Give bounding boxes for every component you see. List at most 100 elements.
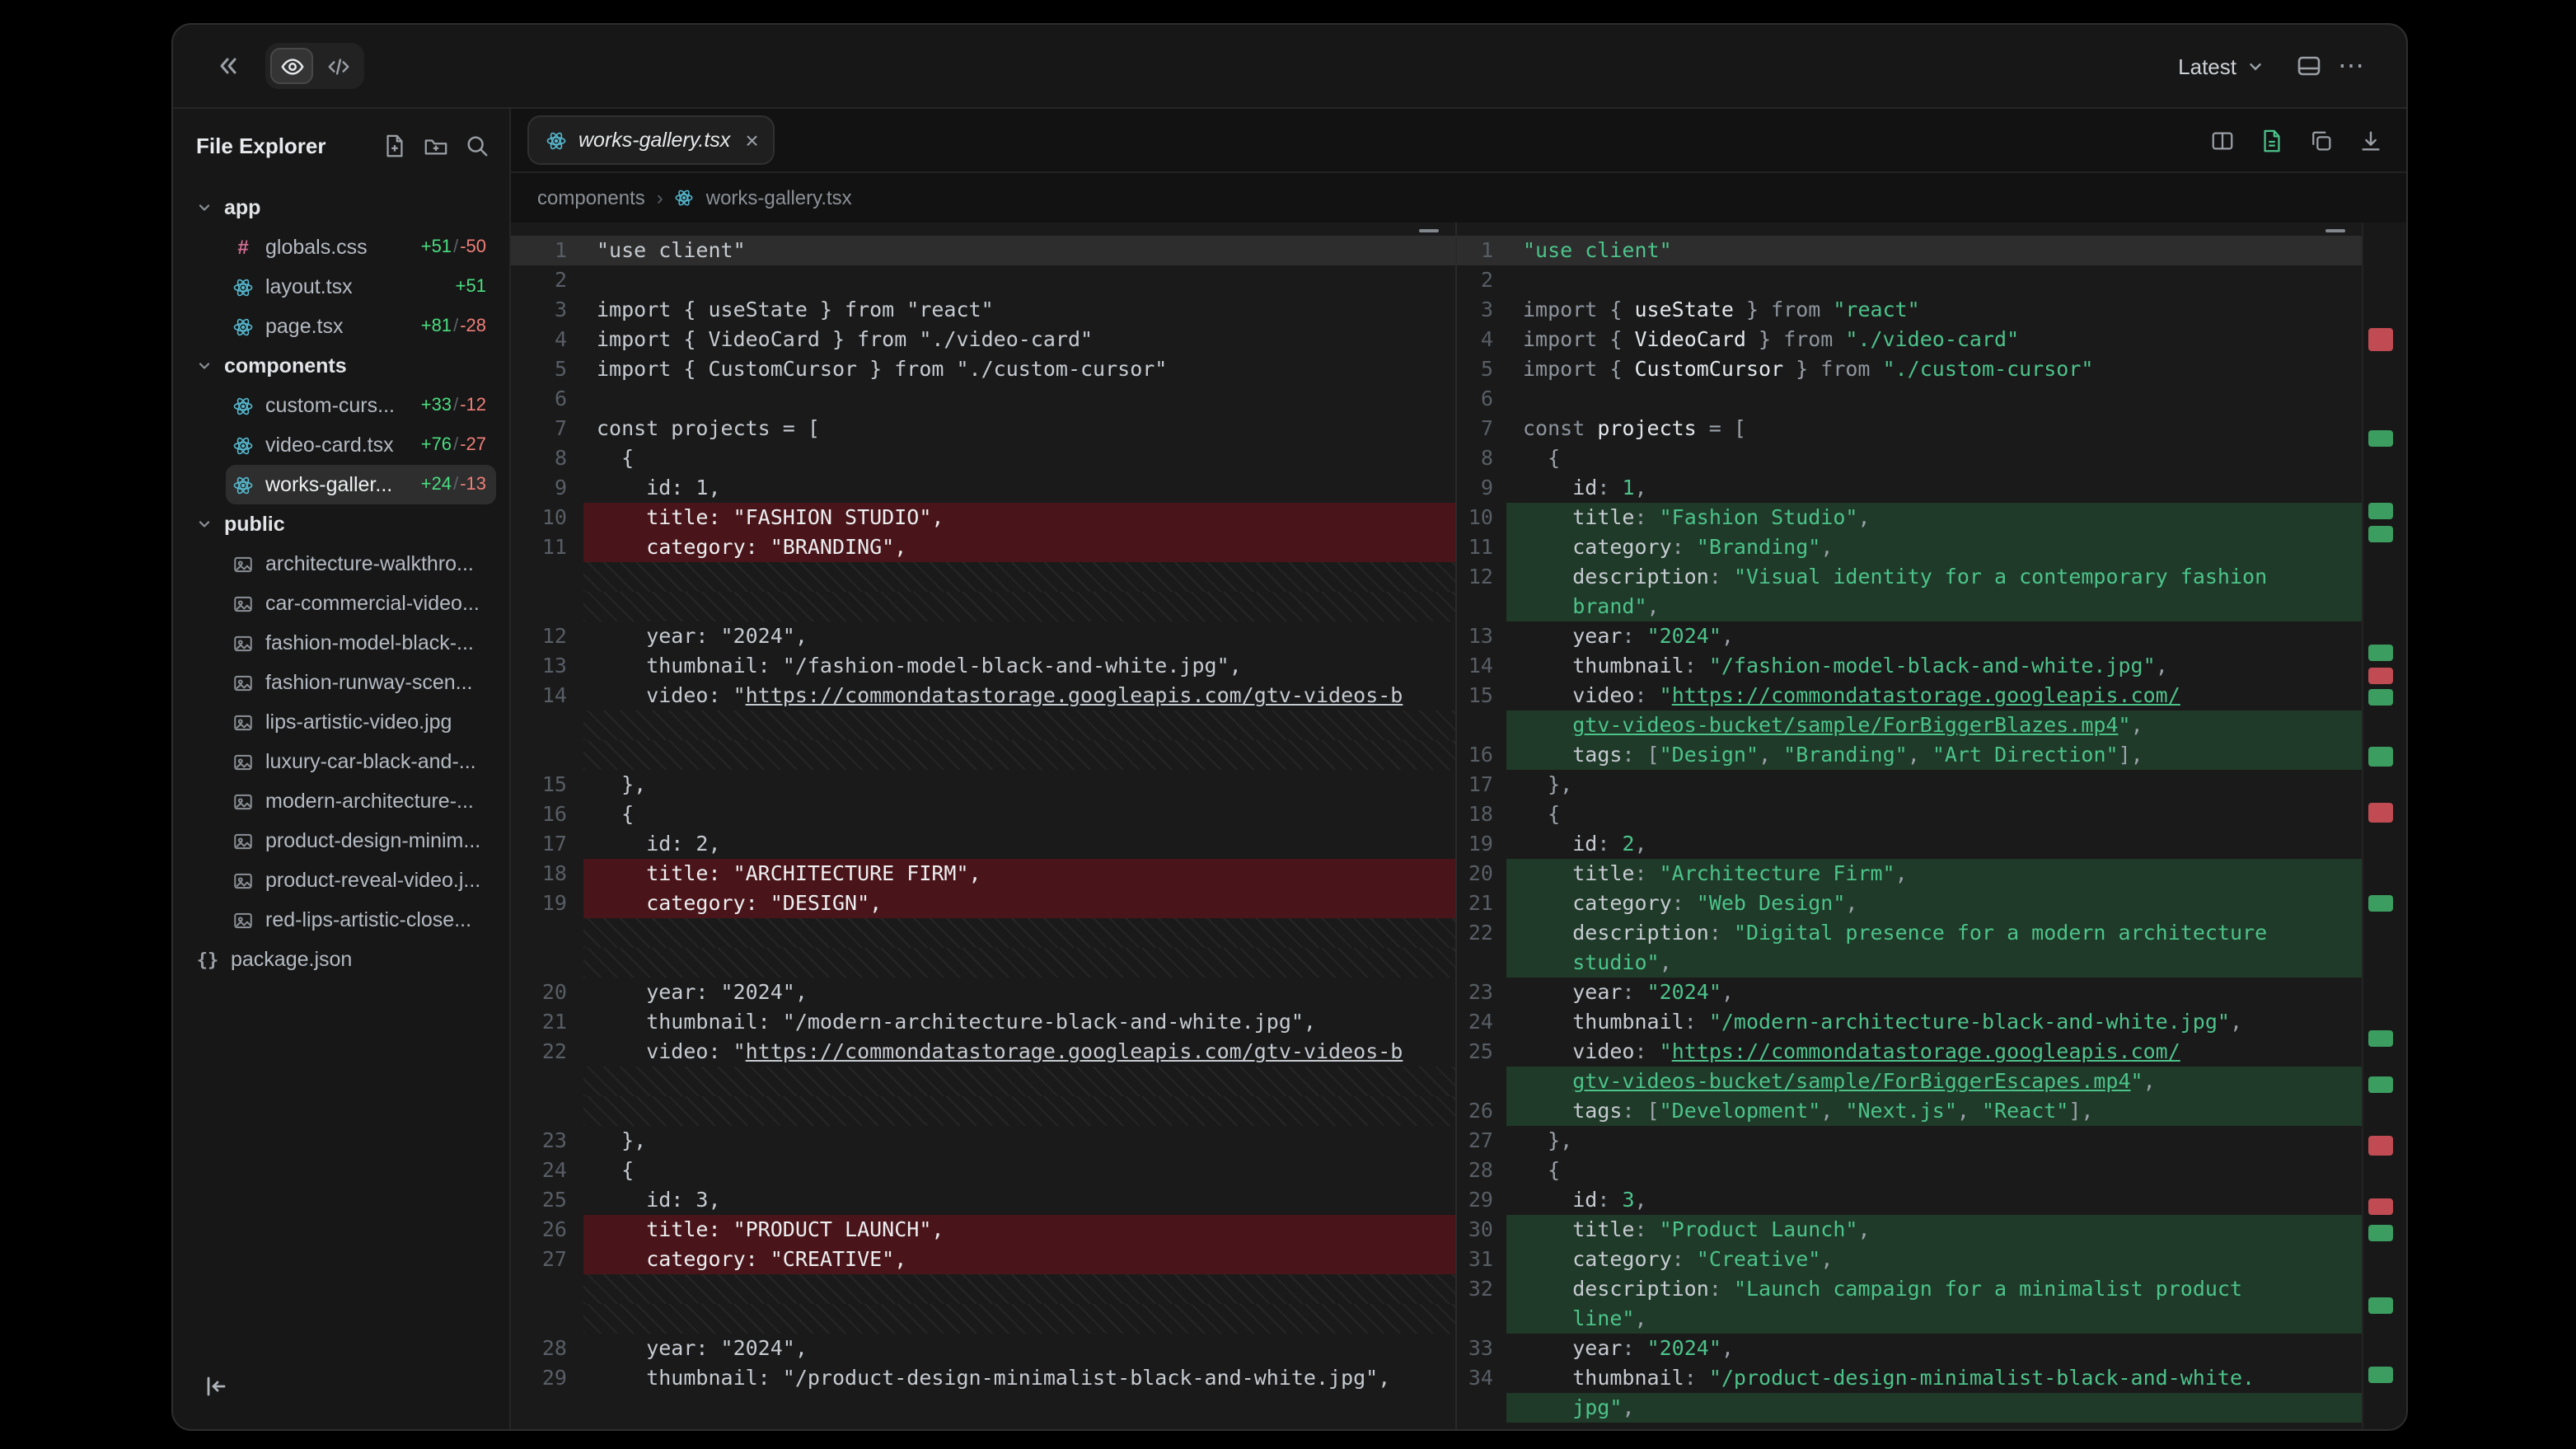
line-number: 25 xyxy=(511,1185,583,1215)
code-toggle-button[interactable] xyxy=(316,48,359,84)
tree-file-works-galler-[interactable]: works-galler...+24/-13 xyxy=(226,465,496,504)
tree-folder-app[interactable]: app xyxy=(186,188,496,227)
split-editor-button[interactable] xyxy=(2202,120,2241,160)
code-text: import { useState } from "react" xyxy=(583,295,1455,325)
diff-overview-gutter[interactable] xyxy=(2362,223,2406,1429)
tree-file-lips-artistic-video-jpg[interactable]: lips-artistic-video.jpg xyxy=(226,702,496,742)
tab-strip: works-gallery.tsx × xyxy=(511,109,2406,173)
code-text: import { VideoCard } from "./video-card" xyxy=(583,325,1455,354)
code-token: { xyxy=(1609,297,1634,321)
tree-file-car-commercial-video-[interactable]: car-commercial-video... xyxy=(226,584,496,623)
code-token: , xyxy=(1635,475,1647,499)
download-button[interactable] xyxy=(2350,120,2390,160)
code-text: video: "https://commondatastorage.google… xyxy=(1506,681,2362,710)
preview-toggle-button[interactable] xyxy=(270,48,313,84)
tree-file-globals-css[interactable]: #globals.css+51/-50 xyxy=(226,227,496,267)
code-token: category: "CREATIVE", xyxy=(597,1246,906,1271)
tree-file-package-json[interactable]: {}package.json xyxy=(186,940,496,979)
diff-overview-mark xyxy=(2368,328,2393,351)
code-token: 3 xyxy=(1622,1187,1634,1212)
eye-icon xyxy=(279,54,304,78)
code-text: year: "2024", xyxy=(583,978,1455,1007)
tree-file-architecture-walkthro-[interactable]: architecture-walkthro... xyxy=(226,544,496,584)
image-file-icon xyxy=(232,870,254,891)
code-text: import { VideoCard } from "./video-card" xyxy=(1506,325,2362,354)
split-view-icon xyxy=(2209,128,2234,152)
code-token: , xyxy=(2230,1009,2242,1034)
line-number: 18 xyxy=(511,859,583,889)
code-token: video xyxy=(1572,1039,1634,1063)
code-text: category: "CREATIVE", xyxy=(583,1245,1455,1274)
tree-file-fashion-model-black-[interactable]: fashion-model-black-... xyxy=(226,623,496,663)
code-line: 30 title: "Product Launch", xyxy=(1457,1215,2362,1245)
code-line: 32 description: "Launch campaign for a m… xyxy=(1457,1274,2362,1304)
tree-file-video-card-tsx[interactable]: video-card.tsx+76/-27 xyxy=(226,425,496,465)
code-token: { xyxy=(1609,356,1634,381)
copy-button[interactable] xyxy=(2301,120,2340,160)
breadcrumb-folder[interactable]: components xyxy=(537,186,645,209)
collapse-sidebar-button[interactable] xyxy=(193,1363,239,1409)
tree-folder-public[interactable]: public xyxy=(186,504,496,544)
diff-pane-original[interactable]: 1"use client"23import { useState } from … xyxy=(511,223,1457,1429)
code-line: 26 tags: ["Development", "Next.js", "Rea… xyxy=(1457,1096,2362,1126)
new-file-button[interactable] xyxy=(382,133,407,157)
code-token: 1 xyxy=(1622,475,1634,499)
tree-file-red-lips-artistic-close-[interactable]: red-lips-artistic-close... xyxy=(226,900,496,940)
code-token: title xyxy=(1572,1217,1634,1241)
search-files-button[interactable] xyxy=(465,133,489,157)
tree-file-page-tsx[interactable]: page.tsx+81/-28 xyxy=(226,307,496,346)
version-dropdown[interactable]: Latest xyxy=(2178,54,2265,78)
document-icon xyxy=(2259,128,2283,152)
tab-works-gallery[interactable]: works-gallery.tsx × xyxy=(527,115,775,165)
code-token: "react" xyxy=(1833,297,1919,321)
tree-file-luxury-car-black-and-[interactable]: luxury-car-black-and-... xyxy=(226,742,496,781)
code-text: { xyxy=(583,800,1455,829)
line-number: 33 xyxy=(1457,1334,1506,1363)
image-file-icon xyxy=(232,593,254,614)
code-token: description xyxy=(1572,564,1709,589)
panel-toggle-button[interactable] xyxy=(2288,45,2330,87)
code-token: "use client" xyxy=(597,237,746,262)
code-token: { xyxy=(1523,1157,1560,1182)
breadcrumb-file[interactable]: works-gallery.tsx xyxy=(706,186,852,209)
line-number: 19 xyxy=(1457,829,1506,859)
new-folder-button[interactable] xyxy=(424,133,448,157)
code-text xyxy=(583,1067,1455,1096)
diff-view-button[interactable] xyxy=(2251,120,2291,160)
code-token: VideoCard xyxy=(1635,326,1746,351)
close-tab-button[interactable]: × xyxy=(745,129,758,152)
line-number: 21 xyxy=(1457,889,1506,918)
code-token: , xyxy=(1895,860,1908,885)
tree-file-custom-curs-[interactable]: custom-curs...+33/-12 xyxy=(226,386,496,425)
code-token: from xyxy=(1771,297,1833,321)
code-text xyxy=(1506,265,2362,295)
line-number: 12 xyxy=(1457,562,1506,592)
diff-overview-mark xyxy=(2368,1297,2393,1314)
code-token: title: "FASHION STUDIO", xyxy=(597,504,944,529)
diff-pane-modified[interactable]: 1"use client"23import { useState } from … xyxy=(1457,223,2362,1429)
modified-code: 1"use client"23import { useState } from … xyxy=(1457,236,2362,1423)
tree-file-modern-architecture-[interactable]: modern-architecture-... xyxy=(226,781,496,821)
code-token: https://commondatastorage.googleapis.com… xyxy=(746,682,1403,707)
tree-file-product-reveal-video-j-[interactable]: product-reveal-video.j... xyxy=(226,860,496,900)
code-line: 14 video: "https://commondatastorage.goo… xyxy=(511,681,1455,710)
collapse-panel-button[interactable] xyxy=(206,45,249,87)
code-token xyxy=(1523,1335,1572,1360)
breadcrumb: components › works-gallery.tsx xyxy=(511,173,2406,223)
tree-file-layout-tsx[interactable]: layout.tsx+51 xyxy=(226,267,496,307)
code-token: year: "2024", xyxy=(597,979,808,1004)
code-line: 1"use client" xyxy=(511,236,1455,265)
code-token: gtv-videos-bucket/sample/ForBiggerBlazes… xyxy=(1572,712,2118,737)
line-number: 1 xyxy=(1457,236,1506,265)
line-number: 9 xyxy=(511,473,583,503)
more-options-button[interactable]: ⋯ xyxy=(2330,45,2373,87)
code-text: }, xyxy=(583,770,1455,800)
code-text: video: "https://commondatastorage.google… xyxy=(583,1037,1455,1067)
tree-file-product-design-minim-[interactable]: product-design-minim... xyxy=(226,821,496,860)
tree-item-label: red-lips-artistic-close... xyxy=(265,908,471,931)
code-token: year xyxy=(1572,1335,1622,1360)
tree-file-fashion-runway-scen-[interactable]: fashion-runway-scen... xyxy=(226,663,496,702)
tree-item-label: architecture-walkthro... xyxy=(265,552,474,575)
tree-folder-components[interactable]: components xyxy=(186,346,496,386)
line-number: 19 xyxy=(511,889,583,918)
